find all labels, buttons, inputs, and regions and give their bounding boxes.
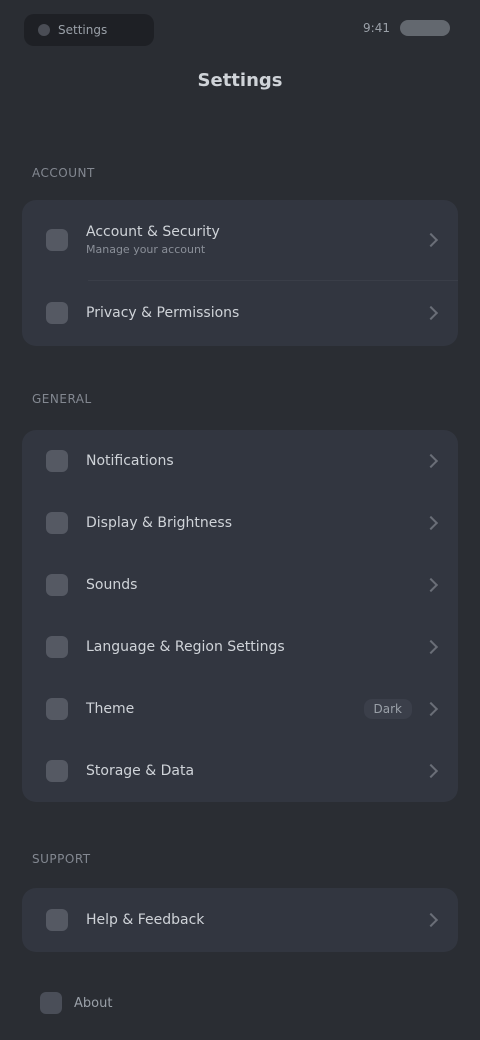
sun-icon <box>46 512 68 534</box>
chevron-right-icon <box>423 305 439 321</box>
chevron-right-icon <box>423 232 439 248</box>
row-label: Privacy & Permissions <box>86 305 240 321</box>
about-label: About <box>74 995 113 1011</box>
app-badge[interactable]: Settings <box>24 14 154 46</box>
speaker-icon <box>46 574 68 596</box>
chevron-right-icon <box>423 453 439 469</box>
chevron-right-icon <box>423 912 439 928</box>
section-label-support: SUPPORT <box>32 852 91 866</box>
row-label: Help & Feedback <box>86 912 205 928</box>
account-security-row[interactable]: Account & Security Manage your account <box>22 200 458 280</box>
notifications-row[interactable]: Notifications <box>22 430 458 492</box>
info-icon <box>40 992 62 1014</box>
storage-row[interactable]: Storage & Data <box>22 740 458 802</box>
status-right: 9:41 <box>363 20 450 36</box>
language-row[interactable]: Language & Region Settings <box>22 616 458 678</box>
chevron-right-icon <box>423 515 439 531</box>
help-icon <box>46 909 68 931</box>
globe-icon <box>46 636 68 658</box>
sounds-row[interactable]: Sounds <box>22 554 458 616</box>
row-label: Theme <box>86 701 135 717</box>
row-label: Storage & Data <box>86 763 195 779</box>
display-row[interactable]: Display & Brightness <box>22 492 458 554</box>
database-icon <box>46 760 68 782</box>
section-label-general: GENERAL <box>32 392 92 406</box>
account-card: Account & Security Manage your account P… <box>22 200 458 346</box>
chevron-right-icon <box>423 763 439 779</box>
page-title: Settings <box>197 70 283 91</box>
row-label: Notifications <box>86 453 174 469</box>
shield-icon <box>46 229 68 251</box>
chevron-right-icon <box>423 639 439 655</box>
general-card: Notifications Display & Brightness Sound… <box>22 430 458 802</box>
section-label-account: ACCOUNT <box>32 166 95 180</box>
battery-icon <box>400 20 450 36</box>
row-sublabel: Manage your account <box>86 243 206 256</box>
app-badge-text: Settings <box>58 23 108 37</box>
theme-row[interactable]: Theme Dark <box>22 678 458 740</box>
status-bar: Settings 9:41 <box>0 0 480 60</box>
palette-icon <box>46 698 68 720</box>
chevron-right-icon <box>423 577 439 593</box>
about-item[interactable]: About <box>40 992 112 1014</box>
chevron-right-icon <box>423 701 439 717</box>
theme-value: Dark <box>363 699 412 719</box>
clock-text: 9:41 <box>363 21 390 35</box>
support-card: Help & Feedback <box>22 888 458 952</box>
app-icon <box>38 24 50 36</box>
row-label: Account & Security <box>86 224 220 240</box>
lock-icon <box>46 302 68 324</box>
row-label: Sounds <box>86 577 138 593</box>
row-label: Language & Region Settings <box>86 639 285 655</box>
help-row[interactable]: Help & Feedback <box>22 888 458 952</box>
bell-icon <box>46 450 68 472</box>
privacy-row[interactable]: Privacy & Permissions <box>22 280 458 346</box>
row-label: Display & Brightness <box>86 515 232 531</box>
